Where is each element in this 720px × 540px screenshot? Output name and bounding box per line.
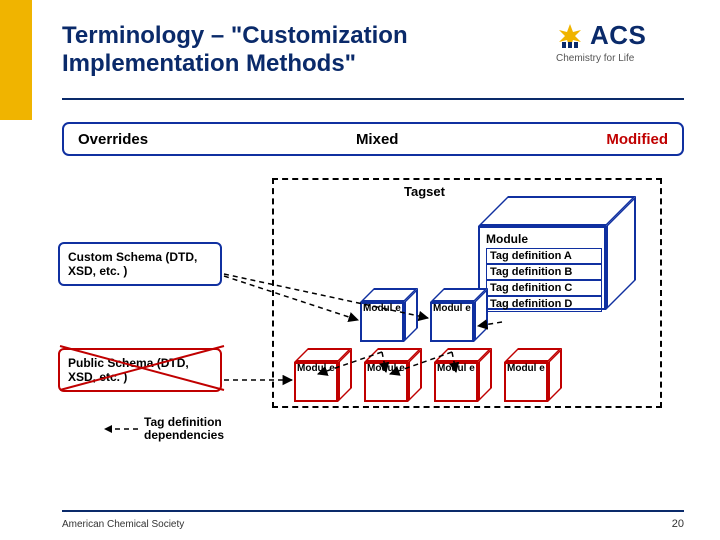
tag-def-a: Tag definition A (486, 248, 602, 264)
logo-tagline: Chemistry for Life (556, 53, 684, 64)
legend: Tag definition dependencies (104, 416, 224, 442)
accent-bar (0, 0, 32, 120)
diagram-stage: Tagset Module Tag definition A Tag defin… (62, 170, 684, 490)
dashed-arrow-icon (104, 422, 140, 436)
module-cube: Module Tag definition A Tag definition B… (478, 196, 638, 310)
header-overrides: Overrides (78, 131, 148, 148)
tag-def-c: Tag definition C (486, 280, 602, 296)
module-small-label: Modul e (363, 304, 403, 315)
header-mixed: Mixed (356, 131, 399, 148)
sunburst-icon (556, 22, 584, 50)
module-small-label: Modul e (433, 304, 473, 315)
module-small-upper-2: Modul e (430, 288, 488, 342)
logo-acronym: ACS (590, 20, 646, 51)
module-small-lower-1: Modul e (294, 348, 352, 402)
module-small-label: Modul e (297, 364, 337, 375)
header-modified: Modified (606, 131, 668, 148)
tag-def-b: Tag definition B (486, 264, 602, 280)
divider-bottom (62, 510, 684, 512)
header-row: Overrides Mixed Modified (62, 122, 684, 156)
module-small-lower-2: Modul e (364, 348, 422, 402)
module-small-label: Modul e (367, 364, 407, 375)
tag-def-d: Tag definition D (486, 296, 602, 312)
slide-number: 20 (672, 518, 684, 530)
acs-logo: ACS Chemistry for Life (556, 20, 684, 64)
module-small-upper-1: Modul e (360, 288, 418, 342)
divider-top (62, 98, 684, 100)
footer-text: American Chemical Society (62, 519, 184, 530)
module-small-label: Modul e (437, 364, 477, 375)
custom-schema-box: Custom Schema (DTD, XSD, etc. ) (58, 242, 222, 286)
module-label: Module (486, 232, 528, 246)
module-small-lower-3: Modul e (434, 348, 492, 402)
legend-text: Tag definition dependencies (144, 416, 224, 442)
tagset-label: Tagset (404, 184, 445, 199)
slide-title: Terminology – "Customization Implementat… (62, 22, 482, 77)
module-small-label: Modul e (507, 364, 547, 375)
module-small-lower-4: Modul e (504, 348, 562, 402)
cross-out-icon (52, 340, 232, 396)
